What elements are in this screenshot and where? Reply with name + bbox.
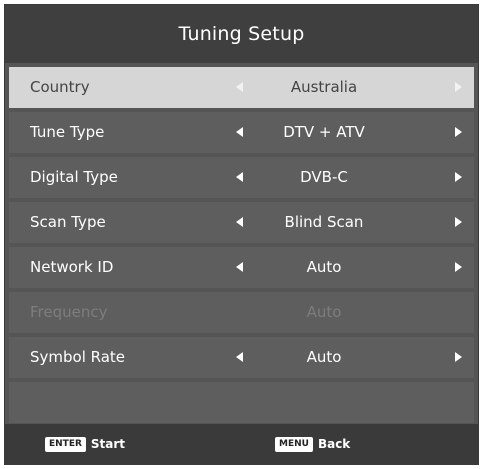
triangle-left-icon[interactable] [236, 172, 243, 182]
triangle-right-icon[interactable] [455, 217, 462, 227]
setting-value: Auto [306, 258, 342, 276]
menu-footer: ENTER Start MENU Back [5, 424, 478, 464]
triangle-left-icon[interactable] [236, 352, 243, 362]
setting-row-country[interactable]: Country Australia [9, 67, 474, 108]
menu-key-badge: MENU [275, 436, 313, 452]
setting-row-scan-type[interactable]: Scan Type Blind Scan [9, 202, 474, 243]
setting-value: DVB-C [300, 168, 348, 186]
setting-value: Blind Scan [284, 213, 364, 231]
setting-row-network-id[interactable]: Network ID Auto [9, 247, 474, 288]
setting-value: Australia [290, 78, 358, 96]
triangle-left-icon[interactable] [236, 82, 243, 92]
setting-row-frequency: Frequency Auto [9, 292, 474, 333]
setting-label: Digital Type [30, 168, 118, 186]
setting-value: DTV + ATV [283, 123, 365, 141]
start-hint[interactable]: ENTER Start [45, 424, 125, 464]
menu-header: Tuning Setup [5, 5, 478, 63]
triangle-left-icon[interactable] [236, 262, 243, 272]
triangle-right-icon[interactable] [455, 262, 462, 272]
tuning-setup-menu: Tuning Setup Country Australia Tune Type… [4, 4, 479, 465]
setting-label: Scan Type [30, 213, 106, 231]
menu-title: Tuning Setup [178, 23, 305, 45]
triangle-right-icon[interactable] [455, 82, 462, 92]
empty-row [9, 382, 474, 423]
setting-label: Country [30, 78, 90, 96]
setting-label: Frequency [30, 303, 108, 321]
back-hint[interactable]: MENU Back [275, 424, 350, 464]
triangle-left-icon[interactable] [236, 217, 243, 227]
setting-row-digital-type[interactable]: Digital Type DVB-C [9, 157, 474, 198]
setting-row-symbol-rate[interactable]: Symbol Rate Auto [9, 337, 474, 378]
enter-key-badge: ENTER [45, 436, 86, 452]
triangle-right-icon[interactable] [455, 127, 462, 137]
setting-row-tune-type[interactable]: Tune Type DTV + ATV [9, 112, 474, 153]
back-label: Back [317, 437, 351, 451]
triangle-left-icon[interactable] [236, 127, 243, 137]
setting-value: Auto [306, 348, 342, 366]
start-label: Start [90, 437, 126, 451]
setting-label: Symbol Rate [30, 348, 126, 366]
setting-label: Network ID [30, 258, 114, 276]
triangle-right-icon[interactable] [455, 172, 462, 182]
triangle-right-icon[interactable] [455, 352, 462, 362]
setting-label: Tune Type [30, 123, 105, 141]
settings-list: Country Australia Tune Type DTV + ATV Di… [5, 67, 478, 427]
setting-value: Auto [306, 303, 342, 321]
